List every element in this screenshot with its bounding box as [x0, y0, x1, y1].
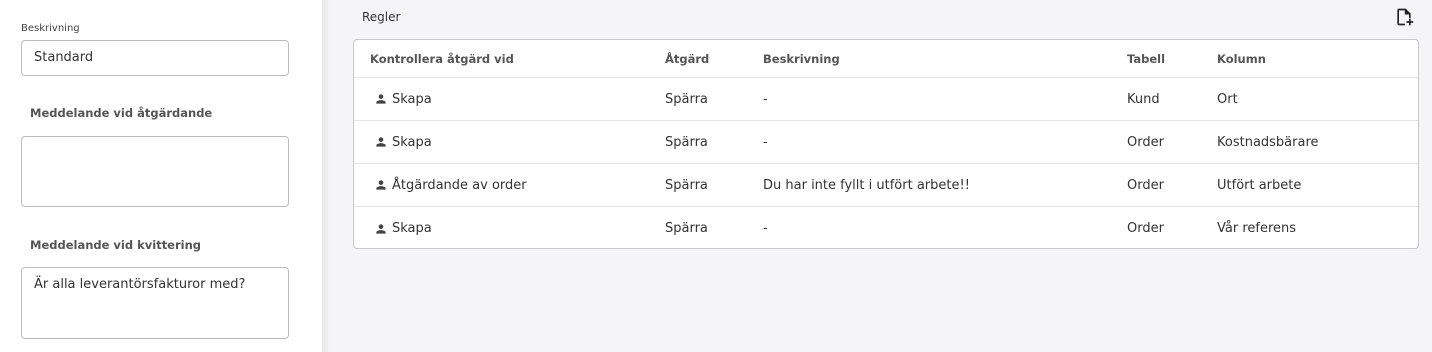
action-cell: Spärra: [665, 177, 708, 193]
table-header: Kontrollera åtgärd vid Åtgärd Beskrivnin…: [354, 40, 1418, 78]
column-header-description[interactable]: Beskrivning: [763, 40, 840, 77]
rules-table: Kontrollera åtgärd vid Åtgärd Beskrivnin…: [353, 39, 1419, 249]
beskrivning-field[interactable]: Standard: [21, 40, 289, 76]
meddelande-kvittering-label: Meddelande vid kvittering: [30, 238, 202, 252]
trigger-text: Skapa: [392, 134, 432, 150]
column-cell: Utfört arbete: [1217, 177, 1302, 193]
column-header-column[interactable]: Kolumn: [1217, 40, 1266, 77]
panel-divider: [322, 0, 330, 352]
table-row[interactable]: Åtgärdande av order Spärra Du har inte f…: [354, 164, 1418, 207]
description-cell: -: [763, 221, 768, 236]
person-icon: [376, 223, 386, 234]
description-cell: -: [763, 91, 768, 107]
table-row[interactable]: Skapa Spärra - Order Kostnadsbärare: [354, 121, 1418, 164]
table-cell: Order: [1127, 221, 1164, 236]
column-cell: Ort: [1217, 91, 1238, 107]
table-row[interactable]: Skapa Spärra - Order Vår referens: [354, 207, 1418, 248]
person-icon: [376, 94, 386, 104]
table-cell: Order: [1127, 134, 1164, 150]
rules-title: Regler: [362, 10, 401, 24]
table-cell: Kund: [1127, 91, 1160, 107]
trigger-cell: Skapa: [370, 207, 432, 248]
column-header-action[interactable]: Åtgärd: [665, 40, 709, 77]
table-cell: Order: [1127, 177, 1164, 193]
meddelande-kvittering-field[interactable]: Är alla leverantörsfakturor med?: [21, 267, 289, 339]
meddelande-atgardande-label: Meddelande vid åtgärdande: [30, 106, 213, 120]
trigger-cell: Skapa: [370, 121, 432, 163]
column-cell: Vår referens: [1217, 221, 1297, 236]
trigger-text: Skapa: [392, 221, 432, 236]
beskrivning-label: Beskrivning: [21, 23, 80, 34]
column-header-trigger[interactable]: Kontrollera åtgärd vid: [370, 40, 514, 77]
trigger-cell: Åtgärdande av order: [370, 164, 527, 206]
trigger-text: Skapa: [392, 91, 432, 107]
action-cell: Spärra: [665, 91, 708, 107]
left-panel: Beskrivning Standard Meddelande vid åtgä…: [0, 0, 322, 352]
meddelande-atgardande-field[interactable]: [21, 136, 289, 207]
add-file-icon[interactable]: [1394, 7, 1414, 27]
table-row[interactable]: Skapa Spärra - Kund Ort: [354, 78, 1418, 121]
action-cell: Spärra: [665, 221, 708, 236]
column-cell: Kostnadsbärare: [1217, 134, 1319, 150]
column-header-table[interactable]: Tabell: [1127, 40, 1165, 77]
description-cell: -: [763, 134, 768, 150]
action-cell: Spärra: [665, 134, 708, 150]
description-cell: Du har inte fyllt i utfört arbete!!: [763, 177, 970, 193]
person-icon: [376, 180, 386, 190]
trigger-text: Åtgärdande av order: [392, 177, 527, 193]
trigger-cell: Skapa: [370, 78, 432, 120]
person-icon: [376, 137, 386, 147]
